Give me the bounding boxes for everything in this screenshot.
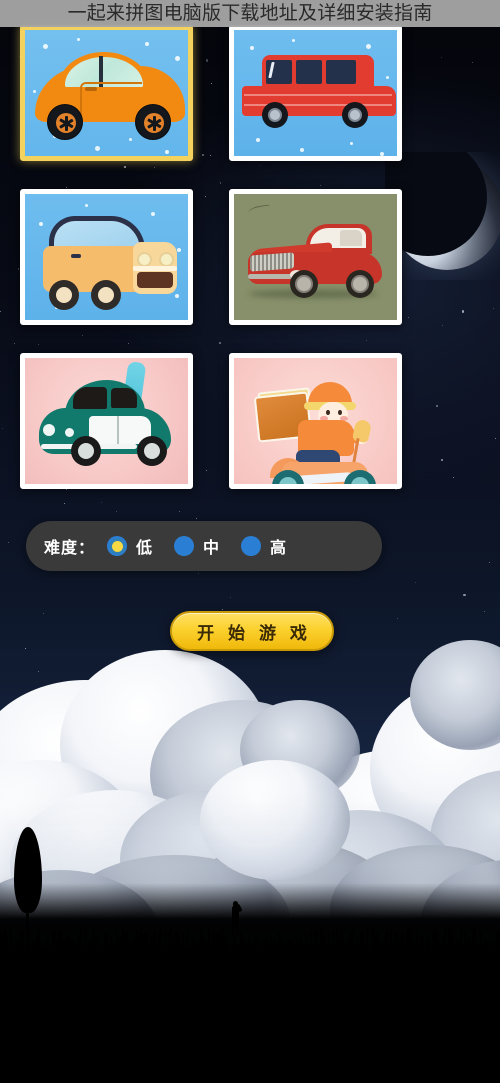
- puzzle-card-tan-convertible[interactable]: [20, 189, 193, 325]
- puzzle-card-red-wagon[interactable]: [229, 25, 402, 161]
- grass-ridge: [0, 909, 500, 955]
- person-silhouette: [229, 901, 243, 935]
- puzzle-thumbnail-scooter-courier: [234, 358, 397, 484]
- puzzle-card-teal-beetle[interactable]: [20, 353, 193, 489]
- radio-icon-low[interactable]: [107, 536, 128, 556]
- crescent-moon-icon: [385, 152, 500, 280]
- puzzle-thumbnail-orange-beetle: [25, 30, 188, 156]
- page-title: 一起来拼图电脑版下载地址及详细安装指南: [67, 2, 433, 24]
- radio-icon-medium[interactable]: [174, 536, 195, 556]
- puzzle-image-grid: [20, 25, 402, 489]
- page-title-bar: 一起来拼图电脑版下载地址及详细安装指南: [0, 0, 500, 27]
- puzzle-thumbnail-tan-convertible: [25, 194, 188, 320]
- cypress-tree-silhouette: [10, 827, 46, 935]
- difficulty-option-low[interactable]: 低: [107, 534, 152, 558]
- start-game-button-label: 开 始 游 戏: [197, 623, 311, 644]
- difficulty-selector: 难度： 低 中 高: [26, 521, 382, 571]
- radio-icon-high[interactable]: [241, 536, 262, 556]
- puzzle-thumbnail-teal-beetle: [25, 358, 188, 484]
- difficulty-option-medium-label: 中: [203, 538, 220, 557]
- difficulty-option-high-label: 高: [270, 538, 287, 557]
- app-screen: 一起来拼图电脑版下载地址及详细安装指南 难度： 低 中 高 开 始 游 戏: [0, 0, 500, 1083]
- difficulty-option-medium[interactable]: 中: [174, 534, 219, 558]
- difficulty-option-low-label: 低: [136, 538, 153, 557]
- puzzle-thumbnail-red-wagon: [234, 30, 397, 156]
- puzzle-card-red-muscle-car[interactable]: [229, 189, 402, 325]
- difficulty-label: 难度：: [44, 538, 96, 557]
- puzzle-thumbnail-red-muscle-car: [234, 194, 397, 320]
- difficulty-option-high[interactable]: 高: [241, 534, 286, 558]
- puzzle-card-scooter-courier[interactable]: [229, 353, 402, 489]
- puzzle-card-orange-beetle[interactable]: [20, 25, 193, 161]
- start-game-button[interactable]: 开 始 游 戏: [170, 611, 334, 651]
